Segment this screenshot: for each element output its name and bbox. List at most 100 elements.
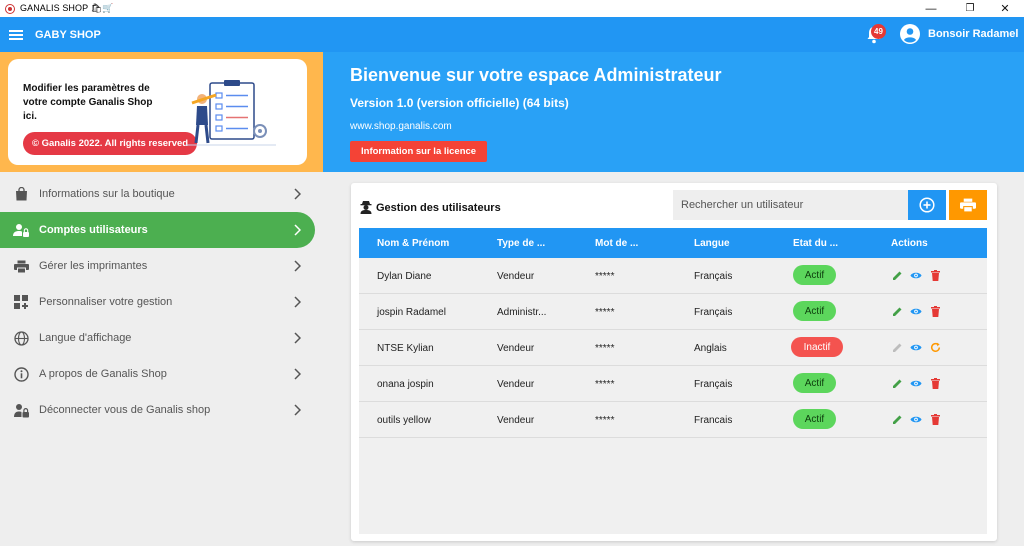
- delete-trash-icon[interactable]: [929, 413, 941, 425]
- column-header-status[interactable]: Etat du ...: [793, 238, 838, 249]
- globe-icon: [13, 330, 29, 346]
- delete-trash-icon[interactable]: [929, 305, 941, 317]
- column-header-name[interactable]: Nom & Prénom: [377, 238, 449, 249]
- row-actions: [891, 269, 948, 281]
- printer-icon: [960, 198, 976, 212]
- user-password: *****: [595, 415, 615, 426]
- user-language: Anglais: [694, 343, 727, 354]
- sidebar-item-label: Langue d'affichage: [39, 332, 132, 344]
- sidebar-item-imprimantes[interactable]: Gérer les imprimantes: [0, 248, 323, 284]
- table-row[interactable]: onana jospin Vendeur ***** Français Acti…: [359, 366, 987, 402]
- user-language: Français: [694, 307, 733, 318]
- chevron-right-icon: [294, 368, 301, 380]
- status-badge: Inactif: [791, 337, 843, 357]
- chevron-right-icon: [294, 296, 301, 308]
- row-actions: [891, 413, 948, 425]
- user-lock-icon: [13, 222, 29, 238]
- lock-icon: [13, 402, 29, 418]
- user-password: *****: [595, 271, 615, 282]
- view-eye-icon[interactable]: [910, 269, 922, 281]
- edit-icon[interactable]: [891, 269, 903, 281]
- status-badge: Actif: [793, 301, 836, 321]
- user-language: Francais: [694, 415, 733, 426]
- promo-text: Modifier les paramètres de votre compte …: [23, 83, 153, 122]
- row-actions: [891, 305, 948, 317]
- close-button[interactable]: ✕: [988, 0, 1022, 17]
- app-bar: GABY SHOP Bonsoir Radamel: [0, 17, 1024, 52]
- chevron-right-icon: [294, 404, 301, 416]
- user-language: Français: [694, 379, 733, 390]
- status-badge: Actif: [793, 409, 836, 429]
- user-name: Dylan Diane: [377, 271, 432, 282]
- user-greeting[interactable]: Bonsoir Radamel: [928, 28, 1018, 40]
- delete-trash-icon[interactable]: [929, 269, 941, 281]
- user-type: Vendeur: [497, 343, 535, 354]
- notification-count-badge: 49: [871, 24, 886, 39]
- sidebar-item-label: Gérer les imprimantes: [39, 260, 148, 272]
- user-language: Français: [694, 271, 733, 282]
- user-password: *****: [595, 343, 615, 354]
- view-eye-icon[interactable]: [910, 377, 922, 389]
- user-name: jospin Radamel: [377, 307, 446, 318]
- minimize-button[interactable]: —: [914, 0, 948, 17]
- column-header-actions: Actions: [891, 238, 928, 249]
- window-titlebar: GANALIS SHOP 🛍🛒: [0, 0, 1024, 17]
- welcome-banner: Bienvenue sur votre espace Administrateu…: [323, 52, 1024, 172]
- column-header-password[interactable]: Mot de ...: [595, 238, 638, 249]
- shop-name: GABY SHOP: [35, 28, 101, 41]
- sidebar-item-langue[interactable]: Langue d'affichage: [0, 320, 323, 356]
- print-users-button[interactable]: [949, 190, 987, 220]
- license-info-button[interactable]: Information sur la licence: [350, 141, 488, 162]
- menu-icon[interactable]: [9, 29, 23, 40]
- sidebar-item-apropos[interactable]: A propos de Ganalis Shop: [0, 356, 323, 392]
- edit-icon[interactable]: [891, 305, 903, 317]
- sidebar-item-deconnexion[interactable]: Déconnecter vous de Ganalis shop: [0, 392, 323, 428]
- user-name: NTSE Kylian: [377, 343, 434, 354]
- user-type: Vendeur: [497, 379, 535, 390]
- promo-card: Modifier les paramètres de votre compte …: [8, 59, 307, 165]
- restore-button[interactable]: ❐: [953, 0, 987, 17]
- table-row[interactable]: Dylan Diane Vendeur ***** Français Actif: [359, 258, 987, 294]
- sidebar-menu: Informations sur la boutique Comptes uti…: [0, 176, 323, 428]
- view-eye-icon[interactable]: [910, 305, 922, 317]
- column-header-type[interactable]: Type de ...: [497, 238, 545, 249]
- promo-panel: Modifier les paramètres de votre compte …: [0, 52, 323, 172]
- view-eye-icon[interactable]: [910, 341, 922, 353]
- user-name: onana jospin: [377, 379, 434, 390]
- table-row[interactable]: NTSE Kylian Vendeur ***** Anglais Inacti…: [359, 330, 987, 366]
- restore-refresh-icon[interactable]: [929, 341, 941, 353]
- sidebar-item-label: A propos de Ganalis Shop: [39, 368, 167, 380]
- info-icon: [13, 366, 29, 382]
- app-logo-icon: [5, 3, 15, 14]
- chevron-right-icon: [294, 332, 301, 344]
- account-circle-icon[interactable]: [900, 24, 920, 44]
- view-eye-icon[interactable]: [910, 413, 922, 425]
- edit-icon[interactable]: [891, 377, 903, 389]
- sidebar-item-label: Personnaliser votre gestion: [39, 296, 173, 308]
- user-type: Vendeur: [497, 271, 535, 282]
- website-link[interactable]: www.shop.ganalis.com: [350, 121, 452, 132]
- window-title: GANALIS SHOP 🛍🛒: [20, 3, 114, 13]
- delete-trash-icon[interactable]: [929, 377, 941, 389]
- table-row[interactable]: jospin Radamel Administr... ***** França…: [359, 294, 987, 330]
- dashboard-customize-icon: [13, 294, 29, 310]
- add-user-button[interactable]: [908, 190, 946, 220]
- sidebar-item-boutique[interactable]: Informations sur la boutique: [0, 176, 323, 212]
- sidebar-item-comptes[interactable]: Comptes utilisateurs: [0, 212, 315, 248]
- user-management-card: Gestion des utilisateurs Nom & Prénom Ty…: [351, 183, 997, 541]
- edit-icon[interactable]: [891, 413, 903, 425]
- user-type: Administr...: [497, 307, 547, 318]
- table-row[interactable]: outils yellow Vendeur ***** Francais Act…: [359, 402, 987, 438]
- sidebar: Modifier les paramètres de votre compte …: [0, 52, 323, 546]
- sidebar-item-label: Déconnecter vous de Ganalis shop: [39, 404, 211, 416]
- search-user-input[interactable]: [673, 190, 909, 220]
- sidebar-item-personnaliser[interactable]: Personnaliser votre gestion: [0, 284, 323, 320]
- column-header-language[interactable]: Langue: [694, 238, 730, 249]
- checklist-illustration-icon: [186, 80, 276, 146]
- user-name: outils yellow: [377, 415, 431, 426]
- printer-icon: [13, 258, 29, 274]
- chevron-right-icon: [294, 188, 301, 200]
- edit-icon: [891, 341, 903, 353]
- version-text: Version 1.0 (version officielle) (64 bit…: [350, 96, 569, 110]
- table-header: Nom & Prénom Type de ... Mot de ... Lang…: [359, 228, 987, 258]
